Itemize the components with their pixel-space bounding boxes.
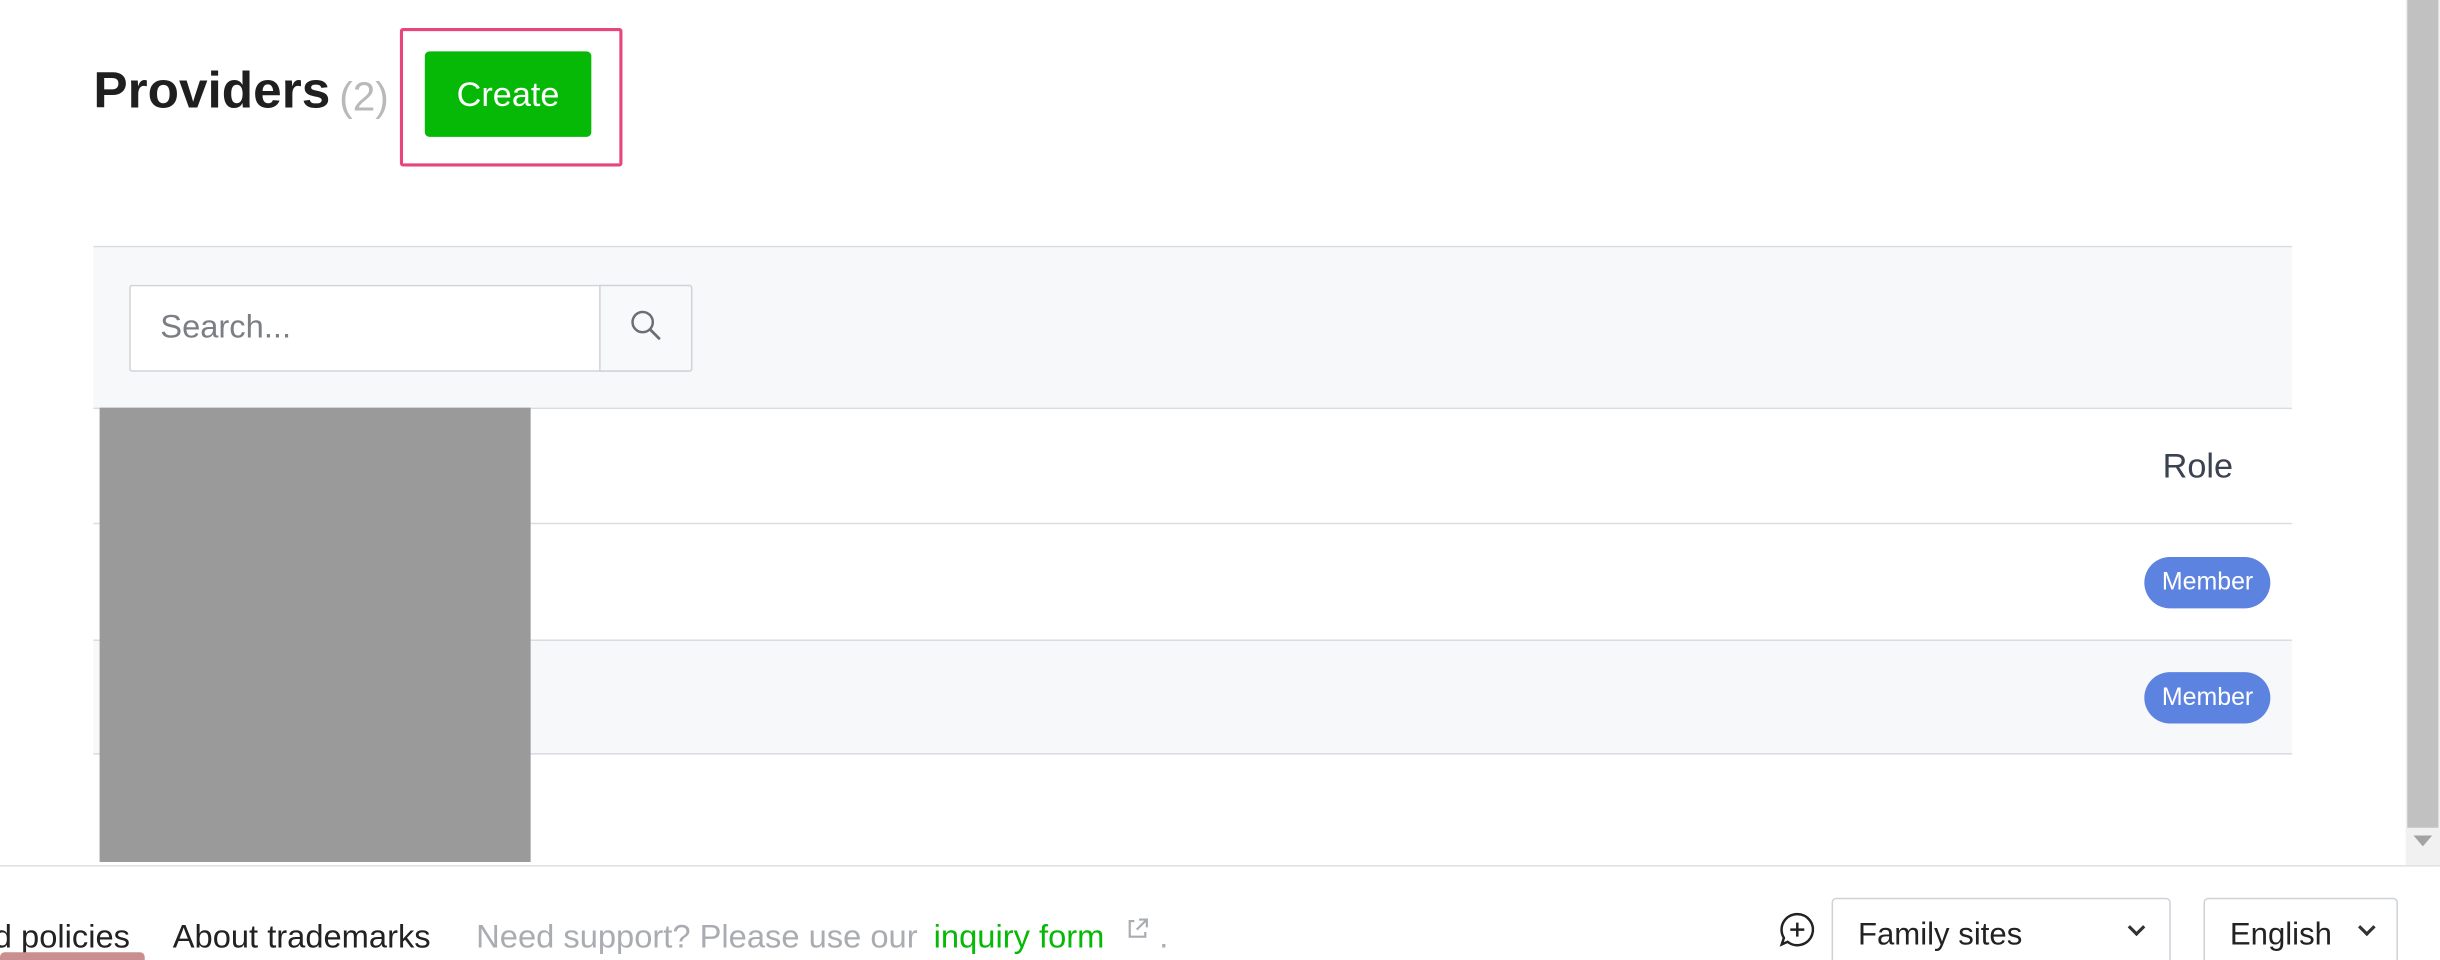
support-period: . xyxy=(1159,919,1169,956)
chevron-down-icon xyxy=(2127,918,2146,937)
language-label: English xyxy=(2229,917,2332,953)
chat-plus-icon[interactable] xyxy=(1777,910,1817,958)
redacted-region xyxy=(99,407,531,862)
scroll-down-arrow-icon[interactable] xyxy=(2413,835,2433,847)
vertical-scrollbar[interactable] xyxy=(2405,0,2440,866)
role-badge: Member xyxy=(2144,672,2271,724)
column-header-role[interactable]: Role xyxy=(2163,445,2233,489)
external-link-icon xyxy=(1125,916,1150,949)
inquiry-form-link[interactable]: inquiry form xyxy=(934,918,1105,958)
page-title: Providers xyxy=(93,60,331,119)
provider-count: (2) xyxy=(339,73,389,120)
language-select[interactable]: English xyxy=(2203,897,2398,960)
family-sites-select[interactable]: Family sites xyxy=(1831,897,2171,960)
role-badge: Member xyxy=(2144,557,2271,609)
family-sites-label: Family sites xyxy=(1857,917,2023,953)
footer-link-trademarks[interactable]: About trademarks xyxy=(173,918,431,958)
support-text: Need support? Please use our xyxy=(476,919,918,956)
create-button[interactable]: Create xyxy=(424,51,592,137)
focus-underline xyxy=(0,952,145,960)
search-input[interactable] xyxy=(129,284,601,372)
app-viewport: Providers (2) Create Role Member Member xyxy=(0,0,2440,960)
chevron-down-icon xyxy=(2358,918,2376,937)
search-icon xyxy=(630,309,661,348)
table-toolbar xyxy=(93,247,2293,410)
scrollbar-thumb[interactable] xyxy=(2407,0,2439,828)
search-button[interactable] xyxy=(599,284,693,372)
